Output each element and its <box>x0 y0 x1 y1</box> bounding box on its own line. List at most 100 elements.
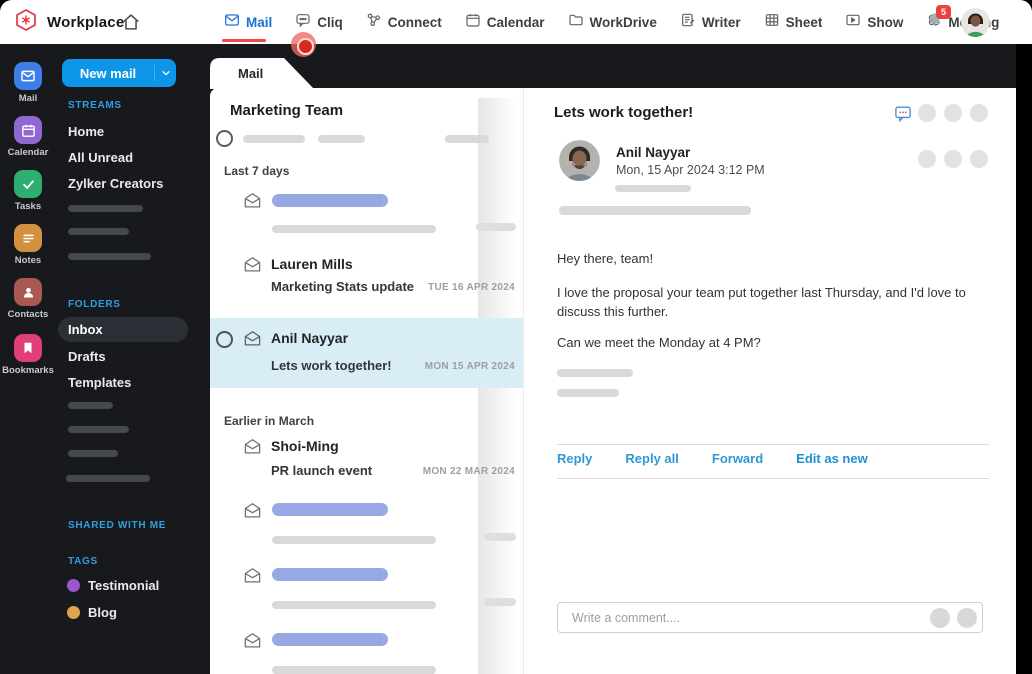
rail-label: Mail <box>18 93 38 104</box>
mail-icon <box>224 12 240 33</box>
placeholder-date-bar <box>484 533 516 541</box>
comments-icon[interactable] <box>893 104 913 128</box>
rail-item-bookmarks[interactable]: Bookmarks <box>0 334 56 376</box>
mail-date: MON 22 MAR 2024 <box>422 466 515 477</box>
message-action-placeholder[interactable] <box>944 150 962 168</box>
comment-box <box>557 602 983 633</box>
mail-sender: Lauren Mills <box>271 256 353 272</box>
rail-label: Notes <box>14 255 42 266</box>
comment-input[interactable] <box>560 605 890 630</box>
rail-label: Bookmarks <box>2 365 54 376</box>
mail-subject: Lets work together! <box>271 358 392 373</box>
chevron-down-icon[interactable] <box>154 65 176 81</box>
toolbar-icon-placeholder[interactable] <box>944 104 962 122</box>
nav-item-workdrive[interactable]: WorkDrive <box>568 0 657 44</box>
rail-label: Tasks <box>14 201 42 212</box>
home-icon[interactable] <box>120 11 142 33</box>
calendar-app-icon <box>14 116 42 144</box>
nav-item-calendar[interactable]: Calendar <box>465 0 545 44</box>
reply-button[interactable]: Reply <box>557 451 592 466</box>
sidebar-item-all-unread[interactable]: All Unread <box>68 150 133 165</box>
comment-action-placeholder[interactable] <box>957 608 977 628</box>
edit-as-new-button[interactable]: Edit as new <box>796 451 868 466</box>
nav-label: Mail <box>246 14 273 30</box>
placeholder-bar <box>272 666 436 674</box>
nav-label: Connect <box>387 14 442 30</box>
placeholder-subject-bar <box>272 503 388 516</box>
mail-select-checkbox[interactable] <box>216 331 233 348</box>
sidebar-tag-blog[interactable]: Blog <box>88 605 117 620</box>
reading-pane: Lets work together! Anil Nayyar Mon, 15 … <box>523 88 1016 674</box>
tag-color-testimonial <box>67 579 80 592</box>
toolbar-icon-placeholder[interactable] <box>918 104 936 122</box>
placeholder-subject-bar <box>272 568 388 581</box>
sidebar-item-home[interactable]: Home <box>68 124 104 139</box>
message-action-placeholder[interactable] <box>970 150 988 168</box>
sent-timestamp: Mon, 15 Apr 2024 3:12 PM <box>616 163 765 177</box>
rail-item-tasks[interactable]: Tasks <box>0 170 56 212</box>
message-subject: Lets work together! <box>554 104 694 121</box>
mailbox-title: Marketing Team <box>230 102 344 119</box>
tag-color-blog <box>67 606 80 619</box>
streams-heading: STREAMS <box>68 100 122 111</box>
toolbar-icon-placeholder[interactable] <box>970 104 988 122</box>
workdrive-icon <box>568 12 584 33</box>
rail-item-notes[interactable]: Notes <box>0 224 56 266</box>
sidebar-item-inbox[interactable]: Inbox <box>58 317 188 342</box>
nav-item-connect[interactable]: Connect <box>366 0 442 44</box>
message-action-placeholder[interactable] <box>918 150 936 168</box>
placeholder-bar <box>68 253 151 260</box>
brand-name: Workplace <box>47 13 125 31</box>
placeholder-bar <box>68 450 118 457</box>
placeholder-bar <box>557 389 619 397</box>
workplace-logo-icon <box>14 8 38 37</box>
shared-with-me-heading: SHARED WITH ME <box>68 520 167 531</box>
writer-icon <box>680 12 696 33</box>
placeholder-bar <box>445 135 489 143</box>
user-avatar[interactable] <box>961 8 990 37</box>
bookmarks-app-icon <box>14 334 42 362</box>
nav-item-writer[interactable]: Writer <box>680 0 741 44</box>
notification-badge: 5 <box>936 5 951 19</box>
placeholder-bar <box>68 228 129 235</box>
placeholder-bar <box>68 402 113 409</box>
mail-open-icon <box>243 501 262 520</box>
group-label-march: Earlier in March <box>224 414 315 428</box>
sender-name: Anil Nayyar <box>616 145 691 160</box>
message-body-paragraph: Hey there, team! <box>557 251 654 266</box>
new-mail-button[interactable]: New mail <box>62 59 176 87</box>
rail-item-calendar[interactable]: Calendar <box>0 116 56 158</box>
divider <box>557 444 989 445</box>
mail-open-icon <box>243 329 262 348</box>
sidebar-item-templates[interactable]: Templates <box>68 375 131 390</box>
mail-list-panel: Marketing Team Last 7 days Lauren Mills … <box>210 88 523 674</box>
mail-list-item-anil-nayyar-selected[interactable]: Anil Nayyar Lets work together! MON 15 A… <box>210 318 523 388</box>
inbox-label: Inbox <box>68 322 103 337</box>
app-switcher: Mail Cliq Connect Calendar WorkDrive Wri… <box>222 0 999 44</box>
forward-button[interactable]: Forward <box>712 451 763 466</box>
nav-item-mail[interactable]: Mail <box>222 0 273 44</box>
mail-date: MON 15 APR 2024 <box>424 361 515 372</box>
active-tab-underline <box>222 38 266 42</box>
rail-item-contacts[interactable]: Contacts <box>0 278 56 320</box>
sidebar-tag-testimonial[interactable]: Testimonial <box>88 578 159 593</box>
nav-item-show[interactable]: Show <box>845 0 903 44</box>
reply-all-button[interactable]: Reply all <box>625 451 678 466</box>
comment-action-placeholder[interactable] <box>930 608 950 628</box>
mail-app-icon <box>14 62 42 90</box>
sidebar-item-drafts[interactable]: Drafts <box>68 349 106 364</box>
tasks-app-icon <box>14 170 42 198</box>
divider <box>557 478 989 479</box>
placeholder-date-bar <box>484 598 516 606</box>
mail-open-icon <box>243 566 262 585</box>
select-all-checkbox[interactable] <box>216 130 233 147</box>
nav-item-sheet[interactable]: Sheet <box>764 0 822 44</box>
brand[interactable]: Workplace <box>14 0 124 44</box>
placeholder-bar <box>68 426 129 433</box>
nav-label: WorkDrive <box>589 14 657 30</box>
rail-item-mail[interactable]: Mail <box>0 62 56 104</box>
sidebar-item-zylker-creators[interactable]: Zylker Creators <box>68 176 163 191</box>
notes-app-icon <box>14 224 42 252</box>
mail-subject: Marketing Stats update <box>271 279 415 294</box>
notifications-button[interactable]: 5 <box>926 5 951 36</box>
